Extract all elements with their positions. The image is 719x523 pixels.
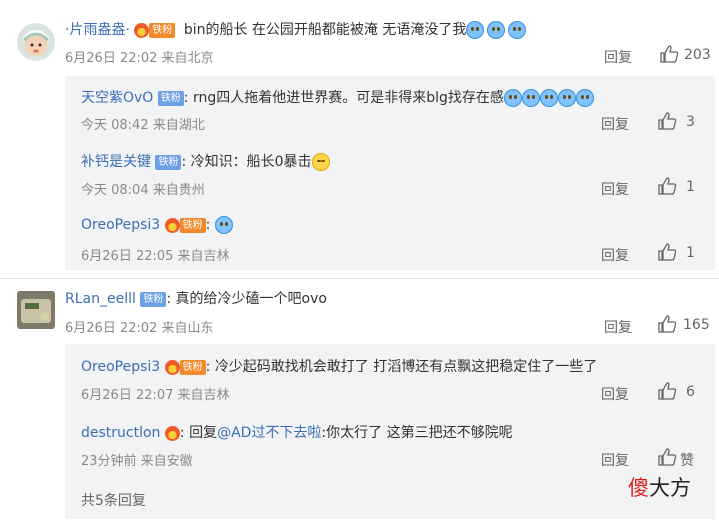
crying-emoji-icon: [575, 89, 594, 107]
like-icon[interactable]: [657, 112, 677, 130]
reply-text: rng四人拖着他进世界赛。可是非得来blg找存在感: [192, 90, 504, 106]
reply-meta: 今天 08:42 来自湖北: [81, 118, 205, 133]
like-icon[interactable]: [657, 243, 677, 261]
like-count: 1: [686, 245, 695, 261]
doge-emoji-icon: [311, 153, 330, 171]
colon: :: [166, 291, 172, 307]
reply-meta: 6月26日 22:07 来自吉林: [81, 388, 230, 403]
more-replies-link[interactable]: 共5条回复: [81, 490, 146, 510]
username[interactable]: RLan_eelll: [65, 291, 136, 307]
crying-emoji-icon: [503, 89, 522, 107]
like-count: 203: [684, 47, 711, 63]
comment-meta: 6月26日 22:02 来自山东: [65, 321, 214, 336]
mention-link[interactable]: @AD过不下去啦: [217, 425, 321, 441]
fire-icon: [164, 217, 180, 233]
like-icon[interactable]: [659, 45, 679, 63]
colon: :: [181, 154, 187, 170]
reply-button[interactable]: 回复: [601, 384, 629, 404]
divider: [0, 278, 719, 279]
comment-meta: 6月26日 22:02 来自北京: [65, 51, 214, 66]
reply-item: OreoPepsi3 铁粉: 冷少起码敢找机会敢打了 打滔博还有点飘这把稳定住了…: [81, 356, 597, 376]
like-icon[interactable]: [657, 382, 677, 400]
fan-badge: 铁粉: [157, 90, 184, 106]
fan-badge: 铁粉: [149, 22, 176, 38]
reply-text: 冷少起码敢找机会敢打了 打滔博还有点飘这把稳定住了一些了: [214, 359, 598, 375]
reply-button[interactable]: 回复: [601, 450, 629, 470]
crying-emoji-icon: [214, 216, 233, 234]
reply-meta: 今天 08:04 来自贵州: [81, 183, 205, 198]
reply-button[interactable]: 回复: [604, 317, 632, 337]
comment-text: bin的船长 在公园开船都能被淹 无语淹没了我: [183, 22, 467, 38]
comment-header: RLan_eelll 铁粉: 真的给冷少磕一个吧ovo: [65, 288, 327, 308]
reply-username[interactable]: 天空紫OvO: [81, 90, 153, 106]
reply-item: 天空紫OvO 铁粉: rng四人拖着他进世界赛。可是非得来blg找存在感: [81, 87, 594, 107]
username[interactable]: ·片雨盎盎·: [65, 22, 130, 38]
like-icon[interactable]: [657, 448, 677, 466]
crying-emoji-icon: [508, 21, 527, 39]
colon: :: [205, 217, 211, 233]
like-count: 1: [686, 179, 695, 195]
reply-username[interactable]: destructlon: [81, 425, 160, 441]
reply-button[interactable]: 回复: [601, 114, 629, 134]
watermark: 傻大方: [628, 472, 691, 502]
reply-username[interactable]: OreoPepsi3: [81, 359, 160, 375]
reply-username[interactable]: 补钙是关键: [81, 154, 151, 170]
reply-meta: 23分钟前 来自安徽: [81, 454, 193, 469]
colon: :: [179, 425, 185, 441]
fire-icon: [134, 22, 150, 38]
reply-button[interactable]: 回复: [604, 47, 632, 67]
like-count: 6: [686, 384, 695, 400]
fan-badge: 铁粉: [179, 359, 206, 375]
crying-emoji-icon: [521, 89, 540, 107]
crying-emoji-icon: [487, 21, 506, 39]
crying-emoji-icon: [466, 21, 485, 39]
reply-button[interactable]: 回复: [601, 245, 629, 265]
like-label: 赞: [680, 453, 694, 469]
like-count: 165: [683, 317, 710, 333]
crying-emoji-icon: [557, 89, 576, 107]
like-icon[interactable]: [657, 315, 677, 333]
reply-text: 冷知识：船长0暴击: [190, 154, 312, 170]
colon: :: [205, 359, 211, 375]
watermark-part2: 大方: [649, 476, 691, 500]
emoji-icons: [466, 21, 527, 39]
comment-text: 真的给冷少磕一个吧ovo: [175, 291, 327, 307]
fire-icon: [164, 425, 180, 441]
crying-emoji-icon: [539, 89, 558, 107]
fire-icon: [164, 359, 180, 375]
reply-meta: 6月26日 22:05 来自吉林: [81, 249, 230, 264]
like-icon[interactable]: [657, 177, 677, 195]
like-count: 3: [686, 114, 695, 130]
avatar[interactable]: [17, 23, 55, 61]
watermark-part1: 傻: [628, 476, 649, 500]
reply-username[interactable]: OreoPepsi3: [81, 217, 160, 233]
fan-badge: 铁粉: [179, 217, 206, 233]
reply-button[interactable]: 回复: [601, 179, 629, 199]
fan-badge: 铁粉: [140, 291, 167, 307]
avatar[interactable]: [17, 291, 55, 329]
reply-item: OreoPepsi3 铁粉:: [81, 216, 233, 234]
reply-item: destructlon : 回复@AD过不下去啦:你太行了 这第三把还不够院呢: [81, 422, 513, 442]
colon: :: [183, 90, 189, 106]
comment-header: ·片雨盎盎· 铁粉 bin的船长 在公园开船都能被淹 无语淹没了我: [65, 19, 527, 39]
reply-text: :你太行了 这第三把还不够院呢: [321, 425, 513, 441]
reply-item: 补钙是关键 铁粉: 冷知识：船长0暴击: [81, 151, 330, 171]
reply-prefix: 回复: [189, 425, 218, 441]
fan-badge: 铁粉: [155, 154, 182, 170]
